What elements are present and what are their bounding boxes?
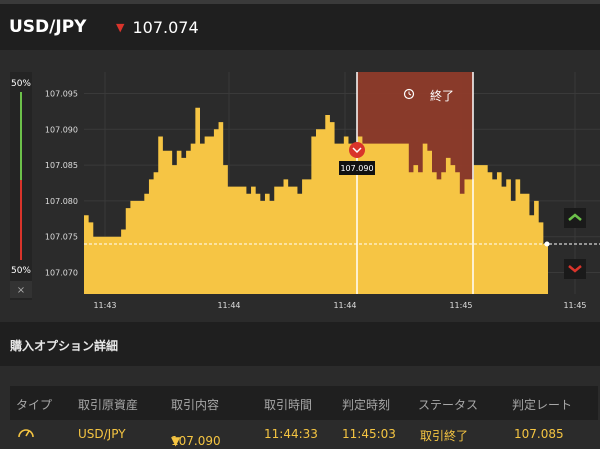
cell-trade-time: 11:44:33 — [264, 427, 318, 441]
y-axis-ticks: 107.095 107.090 107.085 107.080 107.075 107.0… — [45, 89, 78, 277]
col-trade-time: 取引時間 — [264, 398, 313, 412]
col-content: 取引内容 — [171, 398, 220, 412]
cell-judge-rate: 107.085 — [514, 427, 564, 441]
down-arrow-icon: ▼ — [116, 21, 125, 34]
cell-status: 取引終了 — [420, 429, 469, 443]
cell-content-value: 107.090 — [171, 434, 221, 448]
entry-tooltip-text: 107.090 — [340, 164, 373, 173]
x-tick-label: 11:45 — [563, 301, 586, 310]
sentiment-bottom-label: 50% — [11, 266, 31, 276]
cell-asset: USD/JPY — [78, 427, 126, 441]
current-rate-value: 107.074 — [132, 18, 199, 37]
close-icon[interactable]: × — [17, 285, 25, 296]
x-tick-label: 11:44 — [333, 301, 356, 310]
y-tick-label: 107.085 — [45, 161, 78, 170]
table-header: タイプ 取引原資産 取引内容 取引時間 判定時刻 ステータス 判定レート — [10, 386, 598, 420]
cell-judge-time: 11:45:03 — [342, 427, 396, 441]
x-tick-label: 11:43 — [93, 301, 116, 310]
currency-pair-title: USD/JPY — [9, 17, 87, 37]
x-axis-ticks: 11:43 11:44 11:44 11:45 11:45 — [93, 301, 586, 310]
purchase-details-header: 購入オプション詳細 — [0, 322, 600, 366]
trading-app: USD/JPY ▼ 107.074 50% 50% × 107.095 107.09… — [0, 0, 600, 449]
x-tick-label: 11:45 — [449, 301, 472, 310]
current-rate-display: ▼ 107.074 — [116, 18, 199, 37]
col-judge-rate: 判定レート — [512, 398, 573, 412]
x-tick-label: 11:44 — [217, 301, 240, 310]
section-title: 購入オプション詳細 — [10, 339, 119, 353]
sentiment-top-label: 50% — [11, 79, 31, 89]
price-chart: 50% 50% × 107.095 107.090 107.085 107.080 10… — [0, 50, 600, 322]
y-tick-label: 107.080 — [45, 197, 78, 206]
y-tick-label: 107.075 — [45, 233, 78, 242]
col-judge-time: 判定時刻 — [342, 398, 391, 412]
entry-marker — [349, 142, 365, 158]
table-row[interactable]: USD/JPY ▼ 107.090 11:44:33 11:45:03 取引終了 … — [10, 420, 598, 449]
y-tick-label: 107.090 — [45, 125, 78, 134]
y-tick-label: 107.070 — [45, 269, 78, 278]
current-rate-dot — [544, 241, 550, 247]
gauge-icon — [18, 429, 34, 438]
col-asset: 取引原資産 — [78, 398, 139, 412]
low-button[interactable] — [564, 259, 586, 279]
expired-label: 終了 — [430, 88, 454, 103]
price-chart-svg: 50% 50% × 107.095107.090107.085107.08010… — [10, 72, 600, 310]
col-type: タイプ — [16, 398, 53, 412]
y-tick-label: 107.095 — [45, 89, 78, 98]
col-status: ステータス — [418, 398, 479, 412]
header-bar: USD/JPY ▼ 107.074 — [0, 0, 600, 50]
high-button[interactable] — [564, 208, 586, 228]
